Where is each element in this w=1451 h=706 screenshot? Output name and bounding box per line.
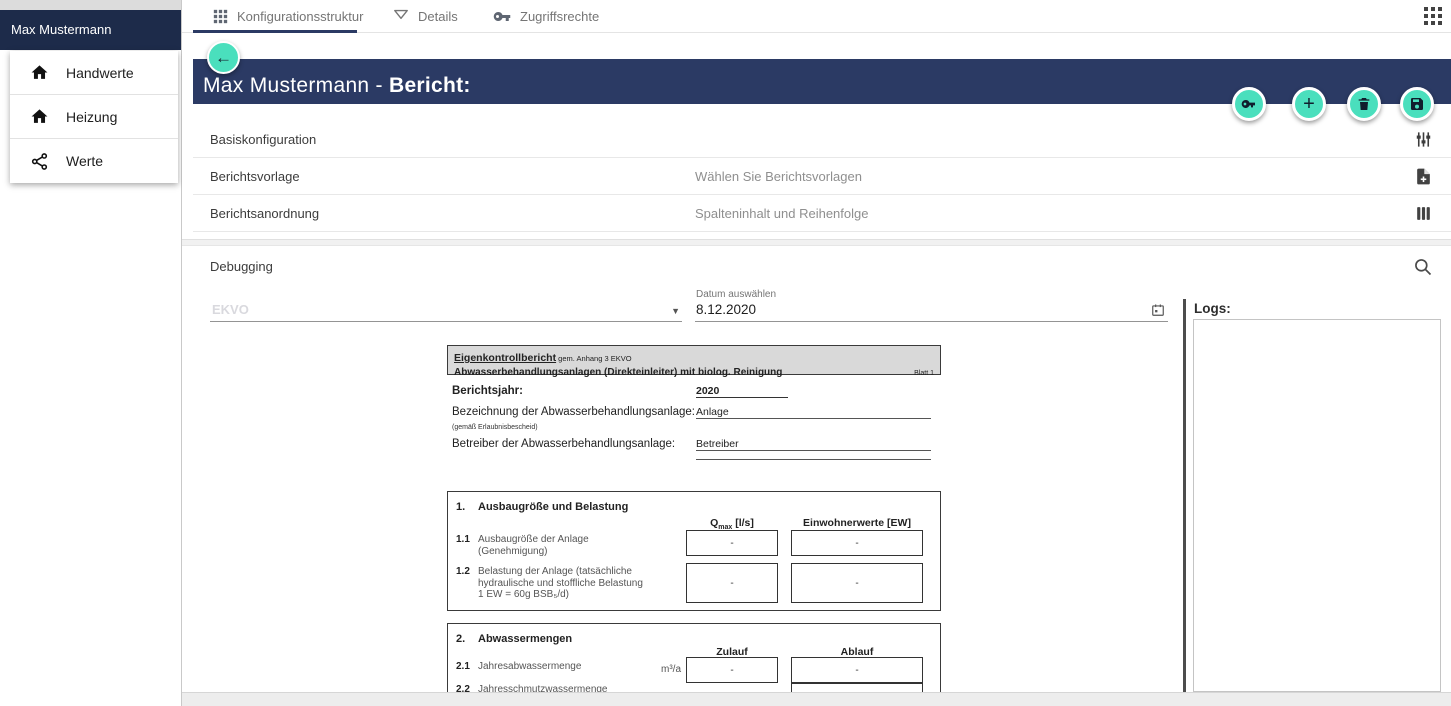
main-area: Konfigurationsstruktur Details Zugriffsr… <box>182 0 1451 706</box>
row-text: Belastung der Anlage (tatsächlichehydrau… <box>478 566 643 601</box>
chevron-down-icon[interactable]: ▼ <box>671 306 680 316</box>
sidebar-item-handwerte[interactable]: Handwerte <box>10 51 178 95</box>
section-number: 1. <box>456 501 465 513</box>
sidebar-item-heizung[interactable]: Heizung <box>10 95 178 139</box>
report-section-1: 1. Ausbaugröße und Belastung Qmax [l/s] … <box>447 491 941 611</box>
app-window: Max Mustermann Handwerte Heizung <box>0 0 1451 706</box>
row-number: 2.1 <box>456 661 470 672</box>
logs-label: Logs: <box>1194 301 1231 316</box>
home-icon <box>30 63 49 82</box>
row-label: Basiskonfiguration <box>210 121 316 158</box>
section-title: Abwassermengen <box>478 633 572 645</box>
value-cell: - <box>791 657 923 683</box>
sliders-icon[interactable] <box>1414 130 1433 149</box>
sidebar-user-header: Max Mustermann <box>0 10 181 50</box>
sidebar-item-werte[interactable]: Werte <box>10 139 178 183</box>
debugging-label: Debugging <box>210 259 273 274</box>
field-sublabel: (gemäß Erlaubnisbescheid) <box>452 424 538 431</box>
tab-label: Konfigurationsstruktur <box>237 9 363 24</box>
date-field-value: 8.12.2020 <box>696 302 756 317</box>
sheet-number: Blatt 1 <box>914 370 934 377</box>
tab-label: Zugriffsrechte <box>520 9 599 24</box>
empty-field-line <box>696 459 931 460</box>
share-icon <box>30 152 49 171</box>
date-picker-field[interactable]: Datum auswählen 8.12.2020 <box>695 288 1168 322</box>
report-type-select[interactable]: EKVO ▼ <box>210 300 682 322</box>
active-tab-underline <box>193 30 357 33</box>
add-button[interactable]: + <box>1292 87 1326 121</box>
row-value: Spalteninhalt und Reihenfolge <box>695 195 868 232</box>
save-button[interactable] <box>1400 87 1434 121</box>
grid-icon <box>213 9 228 24</box>
row-number: 1.2 <box>456 566 470 577</box>
plus-icon: + <box>1303 94 1315 114</box>
logs-output-box <box>1193 319 1441 692</box>
note-add-icon[interactable] <box>1414 167 1433 186</box>
value-cell: - <box>686 530 778 556</box>
home-icon <box>30 107 49 126</box>
value-cell: - <box>791 563 923 603</box>
key-button[interactable] <box>1232 87 1266 121</box>
filter-icon <box>393 9 409 23</box>
delete-button[interactable] <box>1347 87 1381 121</box>
sidebar: Max Mustermann Handwerte Heizung <box>0 0 182 706</box>
horizontal-scrollbar-track[interactable] <box>182 692 1451 706</box>
calendar-icon[interactable] <box>1151 303 1165 317</box>
section-title: Ausbaugröße und Belastung <box>478 501 628 513</box>
field-value-betreiber: Betreiber <box>696 438 931 451</box>
back-arrow-icon: ← <box>215 48 232 68</box>
field-value-anlage: Anlage <box>696 406 931 419</box>
report-header-line2: Abwasserbehandlungsanlagen (Direkteinlei… <box>454 367 934 378</box>
value-cell: - <box>686 563 778 603</box>
search-icon[interactable] <box>1413 257 1433 277</box>
config-row-basiskonfiguration[interactable]: Basiskonfiguration <box>193 121 1451 158</box>
save-icon <box>1409 96 1425 112</box>
page-title: Max Mustermann - Bericht: <box>203 74 471 98</box>
field-label: Berichtsjahr: <box>452 385 523 397</box>
columns-icon[interactable] <box>1414 204 1433 223</box>
value-cell: - <box>791 530 923 556</box>
sidebar-item-label: Heizung <box>66 109 117 125</box>
row-value: Wählen Sie Berichtsvorlagen <box>695 158 862 195</box>
tab-bar: Konfigurationsstruktur Details Zugriffsr… <box>182 0 1451 33</box>
row-label: Berichtsanordnung <box>210 195 319 232</box>
section-number: 2. <box>456 633 465 645</box>
unit-label: m³/a <box>633 664 681 675</box>
tab-konfigurationsstruktur[interactable]: Konfigurationsstruktur <box>213 0 363 32</box>
value-cell: - <box>686 657 778 683</box>
sidebar-top-strip <box>0 0 181 10</box>
sidebar-item-label: Werte <box>66 153 103 169</box>
row-text: Ausbaugröße der Anlage(Genehmigung) <box>478 534 589 557</box>
config-row-list: Basiskonfiguration Berichtsvorlage Wähle… <box>193 121 1451 232</box>
tab-details[interactable]: Details <box>393 0 458 32</box>
config-row-berichtsvorlage[interactable]: Berichtsvorlage Wählen Sie Berichtsvorla… <box>193 158 1451 195</box>
apps-grid-icon[interactable] <box>1424 7 1442 25</box>
select-value: EKVO <box>212 302 249 317</box>
tab-label: Details <box>418 9 458 24</box>
row-text: Jahresabwassermenge <box>478 661 581 673</box>
key-icon <box>493 10 511 23</box>
row-number: 1.1 <box>456 534 470 545</box>
column-header-ew: Einwohnerwerte [EW] <box>791 517 923 529</box>
sidebar-item-label: Handwerte <box>66 65 134 81</box>
sidebar-menu: Handwerte Heizung Werte <box>10 51 178 183</box>
trash-icon <box>1356 96 1372 112</box>
report-header-box: Eigenkontrollbericht gem. Anhang 3 EKVO … <box>447 345 941 375</box>
field-value-berichtsjahr: 2020 <box>696 385 788 398</box>
field-label: Betreiber der Abwasserbehandlungsanlage: <box>452 438 675 450</box>
date-field-label: Datum auswählen <box>696 289 776 300</box>
key-icon <box>1241 96 1257 112</box>
row-label: Berichtsvorlage <box>210 158 300 195</box>
vertical-divider <box>1183 299 1186 692</box>
tab-zugriffsrechte[interactable]: Zugriffsrechte <box>493 0 599 32</box>
column-header-qmax: Qmax [l/s] <box>686 517 778 531</box>
config-row-berichtsanordnung[interactable]: Berichtsanordnung Spalteninhalt und Reih… <box>193 195 1451 232</box>
back-button[interactable]: ← <box>207 41 240 74</box>
report-header-line1: Eigenkontrollbericht gem. Anhang 3 EKVO <box>454 348 934 366</box>
section-divider <box>182 239 1451 246</box>
